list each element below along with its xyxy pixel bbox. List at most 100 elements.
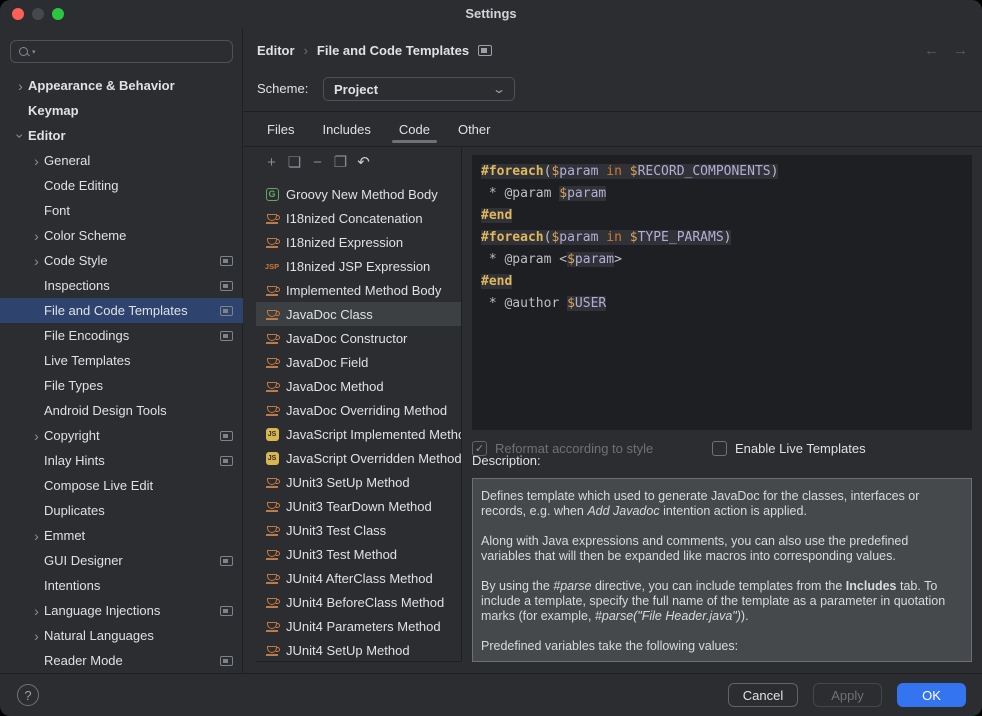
template-item-label: JavaScript Overridden Method Body (286, 451, 461, 466)
duplicate-icon[interactable]: ❐ (331, 153, 350, 173)
reset-to-default-icon[interactable]: ↶ (354, 153, 373, 173)
template-item-label: JavaDoc Constructor (286, 331, 407, 346)
sidebar-item-android-design-tools[interactable]: Android Design Tools (0, 398, 243, 423)
tab-code[interactable]: Code (389, 112, 440, 146)
sidebar-item-compose-live-edit[interactable]: Compose Live Edit (0, 473, 243, 498)
inplace-settings-icon (220, 456, 233, 466)
tab-includes[interactable]: Includes (312, 112, 380, 146)
java-template-icon (264, 576, 280, 581)
sidebar-item-intentions[interactable]: Intentions (0, 573, 243, 598)
template-item-implemented-method-body[interactable]: Implemented Method Body (256, 278, 461, 302)
template-item-junit4-beforeclass-method[interactable]: JUnit4 BeforeClass Method (256, 590, 461, 614)
chevron-right-icon[interactable]: › (13, 79, 28, 93)
chevron-right-icon[interactable]: › (29, 629, 44, 643)
chevron-right-icon[interactable]: › (29, 154, 44, 168)
scheme-label: Scheme: (257, 72, 308, 106)
template-item-label: JUnit4 BeforeClass Method (286, 595, 444, 610)
live-templates-label: Enable Live Templates (735, 441, 866, 456)
sidebar-item-emmet[interactable]: ›Emmet (0, 523, 243, 548)
template-item-javadoc-constructor[interactable]: JavaDoc Constructor (256, 326, 461, 350)
template-item-javadoc-overriding-method[interactable]: JavaDoc Overriding Method (256, 398, 461, 422)
chevron-right-icon[interactable]: › (29, 429, 44, 443)
template-item-javadoc-class[interactable]: JavaDoc Class (256, 302, 461, 326)
sidebar-item-general[interactable]: ›General (0, 148, 243, 173)
template-item-i18nized-expression[interactable]: I18nized Expression (256, 230, 461, 254)
apply-button[interactable]: Apply (813, 683, 882, 707)
sidebar-item-editor[interactable]: ›Editor (0, 123, 243, 148)
sidebar-item-code-editing[interactable]: Code Editing (0, 173, 243, 198)
template-item-junit3-test-method[interactable]: JUnit3 Test Method (256, 542, 461, 566)
template-item-label: JavaDoc Class (286, 307, 373, 322)
tab-selected-underline (392, 140, 437, 143)
sidebar-item-color-scheme[interactable]: ›Color Scheme (0, 223, 243, 248)
tab-other[interactable]: Other (448, 112, 501, 146)
template-item-junit3-test-class[interactable]: JUnit3 Test Class (256, 518, 461, 542)
ok-button[interactable]: OK (897, 683, 966, 707)
template-item-i18nized-jsp-expression[interactable]: JSPI18nized JSP Expression (256, 254, 461, 278)
template-item-label: I18nized Concatenation (286, 211, 423, 226)
sidebar-item-code-style[interactable]: ›Code Style (0, 248, 243, 273)
template-item-i18nized-concatenation[interactable]: I18nized Concatenation (256, 206, 461, 230)
titlebar: Settings (0, 0, 982, 28)
sidebar-item-keymap[interactable]: Keymap (0, 98, 243, 123)
sidebar-item-file-and-code-templates[interactable]: File and Code Templates (0, 298, 243, 323)
add-icon[interactable]: + (262, 153, 281, 173)
template-item-junit4-setup-method[interactable]: JUnit4 SetUp Method (256, 638, 461, 662)
chevron-right-icon[interactable]: › (29, 229, 44, 243)
chevron-right-icon[interactable]: › (29, 254, 44, 268)
live-templates-option[interactable]: Enable Live Templates (712, 441, 866, 456)
template-item-label: JUnit3 Test Class (286, 523, 386, 538)
create-from-template-icon[interactable]: ❏ (285, 153, 304, 173)
footer: ? Cancel Apply OK (0, 673, 982, 716)
breadcrumb-editor[interactable]: Editor (257, 43, 295, 58)
template-item-javadoc-method[interactable]: JavaDoc Method (256, 374, 461, 398)
chevron-right-icon[interactable]: › (29, 604, 44, 618)
java-template-icon (264, 216, 280, 221)
template-list-toolbar: +❏−❐↶ (256, 147, 461, 178)
sidebar-item-file-encodings[interactable]: File Encodings (0, 323, 243, 348)
sidebar-item-file-types[interactable]: File Types (0, 373, 243, 398)
sidebar-item-gui-designer[interactable]: GUI Designer (0, 548, 243, 573)
template-item-junit4-parameters-method[interactable]: JUnit4 Parameters Method (256, 614, 461, 638)
search-field[interactable]: ▾ (10, 40, 233, 63)
sidebar-item-label: Inlay Hints (44, 453, 105, 468)
sidebar-item-duplicates[interactable]: Duplicates (0, 498, 243, 523)
template-item-label: JavaDoc Field (286, 355, 368, 370)
sidebar-item-copyright[interactable]: ›Copyright (0, 423, 243, 448)
java-template-icon (264, 552, 280, 557)
scheme-select[interactable]: Project ⌄ (323, 77, 515, 101)
sidebar-item-language-injections[interactable]: ›Language Injections (0, 598, 243, 623)
template-item-groovy-new-method-body[interactable]: GGroovy New Method Body (256, 182, 461, 206)
tab-files[interactable]: Files (257, 112, 304, 146)
java-template-icon (264, 360, 280, 365)
template-code-editor[interactable]: #foreach($param in $RECORD_COMPONENTS) *… (472, 155, 972, 430)
sidebar-item-reader-mode[interactable]: Reader Mode (0, 648, 243, 673)
chevron-right-icon[interactable]: › (29, 529, 44, 543)
sidebar-item-font[interactable]: Font (0, 198, 243, 223)
sidebar-item-inlay-hints[interactable]: Inlay Hints (0, 448, 243, 473)
template-item-junit3-teardown-method[interactable]: JUnit3 TearDown Method (256, 494, 461, 518)
back-arrow-icon[interactable]: ← (924, 42, 939, 59)
remove-icon[interactable]: − (308, 153, 327, 173)
help-button[interactable]: ? (17, 684, 39, 706)
sidebar-item-label: Language Injections (44, 603, 160, 618)
chevron-down-icon[interactable]: › (14, 128, 28, 143)
sidebar-item-natural-languages[interactable]: ›Natural Languages (0, 623, 243, 648)
inplace-settings-icon (220, 331, 233, 341)
template-item-javascript-overridden-method-body[interactable]: JSJavaScript Overridden Method Body (256, 446, 461, 470)
cancel-button[interactable]: Cancel (728, 683, 798, 707)
template-item-junit3-setup-method[interactable]: JUnit3 SetUp Method (256, 470, 461, 494)
inplace-settings-icon (220, 556, 233, 566)
sidebar-item-label: Appearance & Behavior (28, 78, 175, 93)
template-tabs: FilesIncludes CodeOther (243, 112, 982, 147)
forward-arrow-icon[interactable]: → (953, 42, 968, 59)
template-item-junit4-afterclass-method[interactable]: JUnit4 AfterClass Method (256, 566, 461, 590)
search-input[interactable] (40, 43, 225, 60)
checkbox-unchecked-icon[interactable] (712, 441, 727, 456)
template-item-javadoc-field[interactable]: JavaDoc Field (256, 350, 461, 374)
sidebar-item-live-templates[interactable]: Live Templates (0, 348, 243, 373)
template-item-javascript-implemented-method-body[interactable]: JSJavaScript Implemented Method Body (256, 422, 461, 446)
sidebar-item-appearance-behavior[interactable]: ›Appearance & Behavior (0, 73, 243, 98)
search-history-chevron-icon[interactable]: ▾ (32, 48, 36, 56)
sidebar-item-inspections[interactable]: Inspections (0, 273, 243, 298)
